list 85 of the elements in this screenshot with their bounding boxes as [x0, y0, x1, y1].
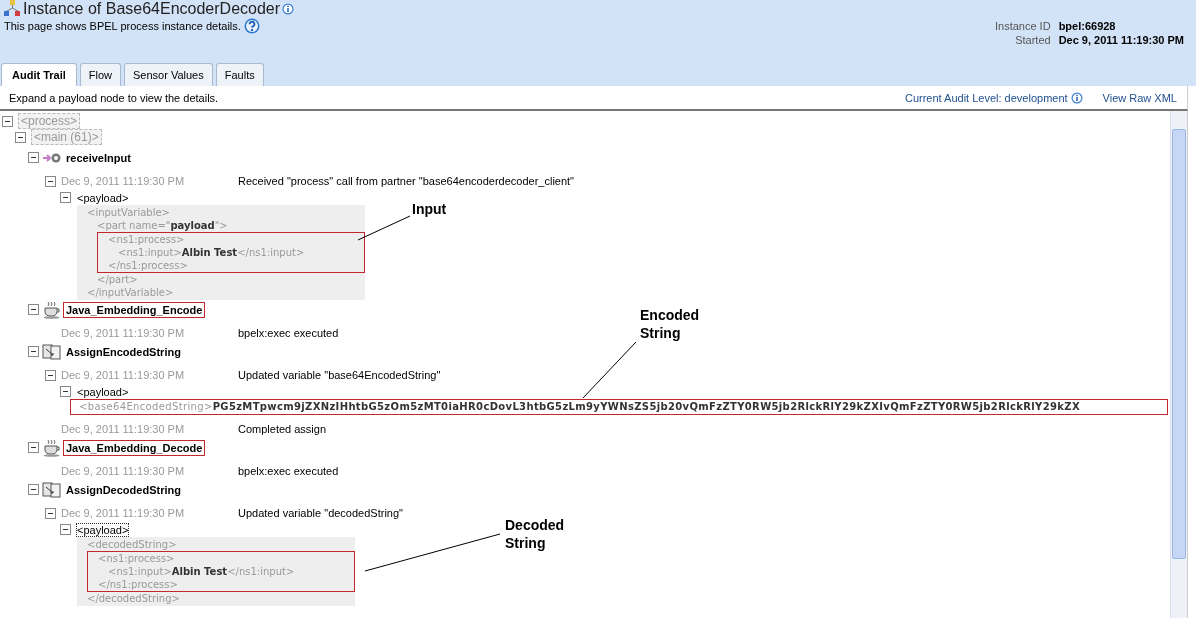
collapse-toggle[interactable] — [28, 346, 39, 357]
coffee-cup-icon — [42, 300, 62, 319]
activity-name[interactable]: AssignEncodedString — [63, 343, 184, 360]
document-copy-icon — [42, 481, 62, 498]
process-diagram-icon — [3, 0, 21, 18]
minus-icon — [48, 512, 53, 514]
collapse-toggle[interactable] — [45, 369, 56, 381]
event-time: Dec 9, 2011 11:19:30 PM — [61, 327, 186, 339]
collapse-toggle[interactable] — [60, 386, 71, 397]
xml-line: <ns1:input>Albin Test</ns1:input> — [118, 246, 306, 259]
minus-icon — [63, 197, 68, 198]
leader-line — [583, 342, 636, 398]
collapse-toggle[interactable] — [28, 152, 39, 163]
tab[interactable]: Flow — [79, 63, 121, 86]
collapse-toggle[interactable] — [2, 115, 13, 127]
document-copy-icon — [42, 343, 62, 360]
tab[interactable]: Faults — [215, 63, 264, 86]
minus-icon — [31, 489, 36, 490]
view-raw-xml-link[interactable]: View Raw XML — [1102, 91, 1177, 104]
minus-icon — [5, 120, 10, 122]
minus-icon — [31, 309, 36, 310]
event-time: Dec 9, 2011 11:19:30 PM — [61, 175, 186, 187]
collapse-toggle[interactable] — [60, 524, 71, 535]
xml-line: </ns1:process> — [98, 578, 179, 591]
activity-name[interactable]: Java_Embedding_Encode — [63, 301, 206, 318]
collapse-toggle[interactable] — [45, 507, 56, 519]
event-message: bpelx:exec executed — [238, 465, 339, 477]
annotation-label: Decoded String — [505, 516, 565, 552]
minus-icon — [63, 529, 68, 530]
activity-name[interactable]: AssignDecodedString — [63, 481, 184, 498]
xml-line: <ns1:process> — [108, 233, 186, 246]
hint-text: Expand a payload node to view the details. — [9, 91, 219, 104]
payload-node[interactable]: <payload> — [76, 190, 130, 205]
payload-node[interactable]: <payload> — [76, 384, 130, 399]
event-time: Dec 9, 2011 11:19:30 PM — [61, 465, 186, 477]
leader-line — [358, 216, 410, 240]
annotation-label: Input — [412, 200, 447, 218]
minus-icon — [31, 351, 36, 352]
xml-line: <part name="payload"> — [97, 219, 229, 232]
xml-line: <ns1:input>Albin Test</ns1:input> — [108, 565, 296, 578]
collapse-toggle[interactable] — [15, 131, 26, 143]
xml-line: </ns1:process> — [108, 259, 189, 272]
annotation-label: Encoded String — [640, 306, 700, 342]
event-message: bpelx:exec executed — [238, 327, 339, 339]
tab[interactable]: Audit Trail — [1, 63, 77, 86]
info-icon[interactable] — [1070, 91, 1083, 104]
minus-icon — [48, 374, 53, 376]
xml-line: <decodedString> — [87, 538, 178, 551]
event-time: Dec 9, 2011 11:19:30 PM — [61, 423, 186, 435]
event-time: Dec 9, 2011 11:19:30 PM — [61, 507, 186, 519]
started-value: Dec 9, 2011 11:19:30 PM — [1058, 34, 1184, 46]
instance-id-label: Instance ID — [995, 20, 1051, 32]
xml-line: <ns1:process> — [98, 552, 176, 565]
event-message: Completed assign — [238, 423, 327, 435]
minus-icon — [31, 447, 36, 448]
xml-line: </inputVariable> — [87, 286, 175, 299]
page-description: This page shows BPEL process instance details. — [4, 20, 241, 32]
help-icon[interactable] — [243, 18, 260, 34]
instance-id-value: bpel:66928 — [1058, 20, 1117, 32]
minus-icon — [31, 157, 36, 158]
started-label: Started — [1014, 34, 1051, 46]
event-time: Dec 9, 2011 11:19:30 PM — [61, 369, 186, 381]
payload-node[interactable]: <payload> — [76, 522, 130, 537]
collapse-toggle[interactable] — [28, 442, 39, 453]
minus-icon — [18, 136, 23, 138]
collapse-toggle[interactable] — [60, 192, 71, 203]
minus-icon — [48, 180, 53, 182]
page-title: Instance of Base64EncoderDecoder — [23, 0, 281, 18]
event-message: Updated variable "base64EncodedString" — [238, 369, 441, 381]
activity-name[interactable]: Java_Embedding_Decode — [63, 439, 206, 456]
collapse-toggle[interactable] — [28, 484, 39, 495]
info-icon[interactable] — [282, 3, 295, 15]
event-message: Received "process" call from partner "base64encoderdecoder_client" — [238, 175, 575, 187]
xml-line: <inputVariable> — [87, 206, 171, 219]
scrollbar[interactable] — [1170, 111, 1187, 618]
collapse-toggle[interactable] — [28, 304, 39, 315]
event-message: Updated variable "decodedString" — [238, 507, 403, 519]
coffee-cup-icon — [42, 438, 62, 457]
minus-icon — [63, 391, 68, 392]
xml-line: </part> — [97, 273, 139, 286]
audit-level-link[interactable]: Current Audit Level: development — [904, 91, 1068, 104]
collapse-toggle[interactable] — [45, 175, 56, 187]
tab[interactable]: Sensor Values — [124, 63, 213, 86]
xml-line: </decodedString> — [87, 592, 181, 605]
activity-name[interactable]: receiveInput — [63, 149, 134, 166]
